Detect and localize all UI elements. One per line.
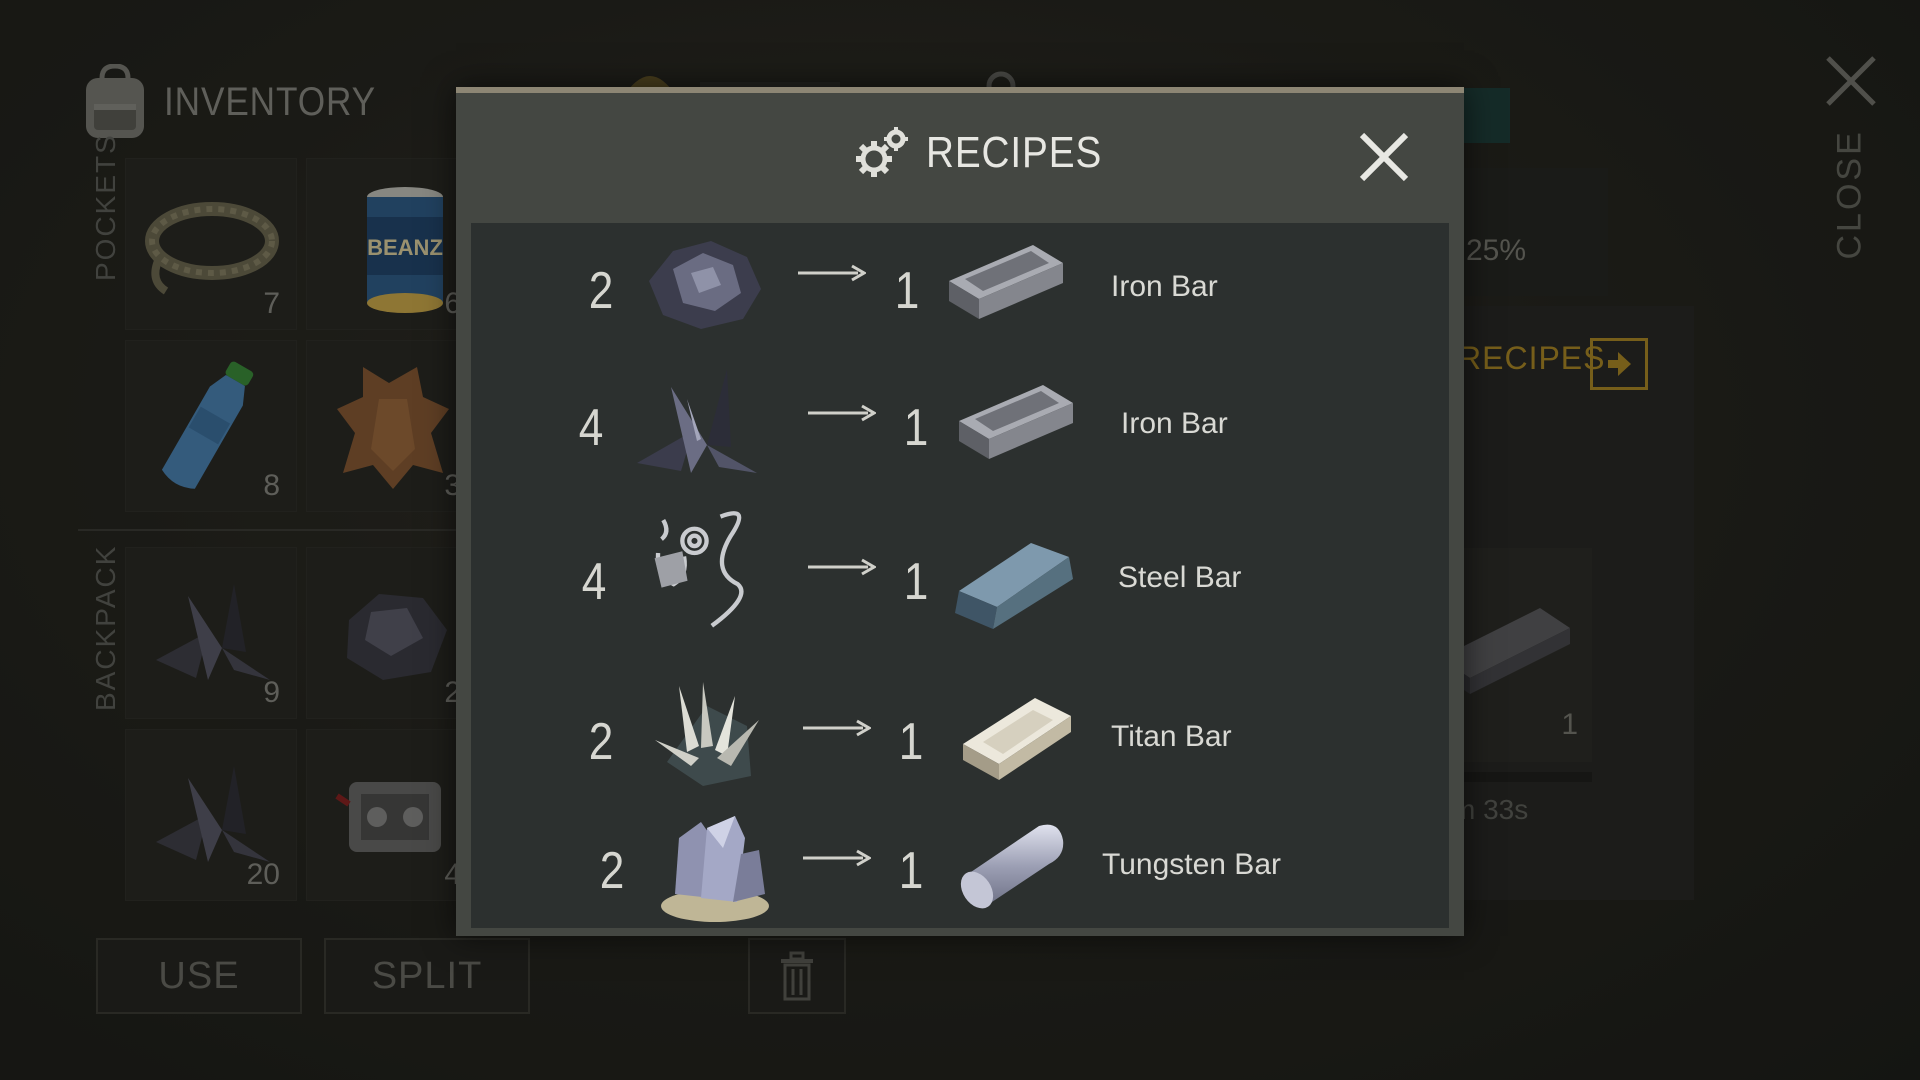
- recipe-name: Iron Bar: [1121, 407, 1228, 440]
- iron-bar-icon: [949, 245, 1063, 319]
- inventory-slot[interactable]: 2: [306, 547, 478, 719]
- metal-scrap-icon: [637, 369, 757, 473]
- recipe-name: Steel Bar: [1118, 561, 1242, 594]
- recipe-row[interactable]: 2 1 Titan Bar: [471, 664, 1449, 794]
- recipe-name: Iron Bar: [1111, 270, 1218, 303]
- input-quantity: 4: [578, 399, 604, 457]
- split-button[interactable]: SPLIT: [324, 938, 530, 1014]
- recipe-row[interactable]: 4 1 Iron Bar: [471, 363, 1449, 493]
- slot-count: 9: [263, 676, 280, 709]
- iron-ore-icon: [649, 241, 761, 329]
- inventory-slot[interactable]: 7: [125, 158, 297, 330]
- backpack-icon: [86, 64, 144, 138]
- inventory-slot[interactable]: 20: [125, 729, 297, 901]
- inventory-header: INVENTORY: [80, 62, 405, 142]
- inventory-slot[interactable]: 4: [306, 729, 478, 901]
- recipes-modal: RECIPES 2 1 Iron Bar 4 1 Iron Bar 4 1 St…: [456, 87, 1464, 936]
- output-count: 1: [1561, 708, 1578, 741]
- svg-text:BEANZ: BEANZ: [367, 235, 443, 260]
- output-quantity: 1: [894, 262, 920, 320]
- output-quantity: 1: [898, 713, 924, 771]
- section-divider: [78, 529, 478, 531]
- gears-icon: [856, 127, 908, 177]
- arrow-icon: [798, 264, 866, 282]
- trash-icon: [781, 951, 813, 1001]
- steel-bar-icon: [955, 543, 1073, 629]
- backpack-label: BACKPACK: [90, 544, 121, 711]
- modal-header: RECIPES: [456, 93, 1464, 215]
- percent-text: 25%: [1466, 234, 1527, 267]
- inventory-slot[interactable]: 8: [125, 340, 297, 512]
- tungsten-bar-icon: [960, 824, 1064, 909]
- arrow-icon: [803, 849, 871, 867]
- slot-count: 7: [263, 287, 280, 320]
- recipe-row[interactable]: 2 1 Tungsten Bar: [471, 798, 1449, 928]
- titan-bar-icon: [963, 698, 1071, 780]
- recipe-row[interactable]: 4 1 Steel Bar: [471, 505, 1449, 635]
- arrow-icon: [803, 719, 871, 737]
- inventory-slot[interactable]: BEANZ 6: [306, 158, 478, 330]
- output-quantity: 1: [903, 553, 929, 611]
- titan-ore-icon: [655, 682, 759, 786]
- input-quantity: 2: [599, 842, 625, 900]
- arrow-right-icon: [1608, 352, 1631, 376]
- arrow-icon: [808, 558, 876, 576]
- modal-title: RECIPES: [926, 128, 1103, 177]
- output-quantity: 1: [903, 399, 929, 457]
- inventory-title: INVENTORY: [164, 79, 377, 124]
- recipes-link[interactable]: RECIPES: [1458, 340, 1605, 377]
- close-icon[interactable]: [1824, 54, 1878, 108]
- recipe-list: 2 1 Iron Bar 4 1 Iron Bar 4 1 Steel Bar …: [471, 223, 1449, 928]
- input-quantity: 2: [588, 713, 614, 771]
- recipe-name: Tungsten Bar: [1102, 848, 1281, 881]
- open-recipes-button[interactable]: [1590, 338, 1648, 390]
- delete-button[interactable]: [748, 938, 846, 1014]
- iron-bar-icon: [959, 385, 1073, 459]
- recipe-name: Titan Bar: [1111, 720, 1232, 753]
- pockets-label: POCKETS: [90, 133, 121, 281]
- input-quantity: 2: [588, 262, 614, 320]
- inventory-slot[interactable]: 9: [125, 547, 297, 719]
- slot-count: 20: [246, 858, 280, 891]
- metal-shavings-icon: [654, 511, 744, 628]
- use-button[interactable]: USE: [96, 938, 302, 1014]
- output-quantity: 1: [898, 842, 924, 900]
- close-label[interactable]: CLOSE: [1831, 129, 1870, 259]
- close-icon[interactable]: [1356, 129, 1412, 185]
- recipe-row[interactable]: 2 1 Iron Bar: [471, 223, 1449, 353]
- input-quantity: 4: [581, 553, 607, 611]
- tungsten-ore-icon: [661, 816, 769, 922]
- inventory-slot[interactable]: 3: [306, 340, 478, 512]
- slot-count: 8: [263, 469, 280, 502]
- arrow-icon: [808, 404, 876, 422]
